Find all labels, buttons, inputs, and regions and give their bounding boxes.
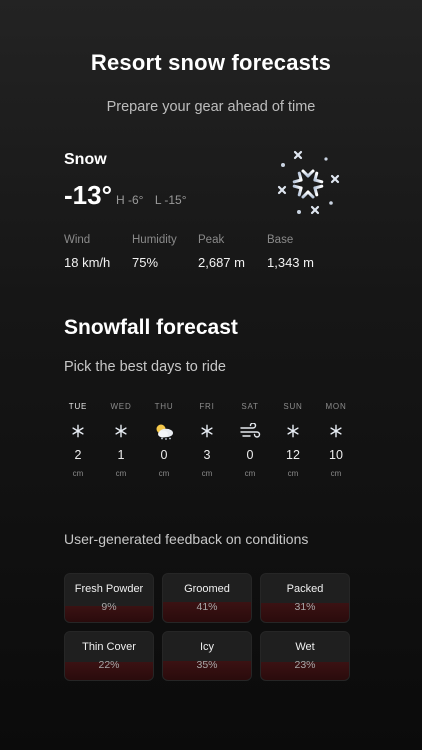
feedback-percent: 9% — [101, 601, 117, 613]
snowflake-icon — [99, 420, 143, 442]
day-tue[interactable]: TUE 2 cm — [56, 402, 100, 478]
current-condition: Snow — [64, 151, 107, 168]
day-name: SUN — [283, 402, 303, 411]
feedback-label: Wet — [295, 641, 315, 653]
stat-label: Base — [267, 234, 294, 246]
snowfall-unit: cm — [72, 469, 84, 478]
feedback-label: Fresh Powder — [74, 583, 144, 595]
day-name: MON — [325, 402, 347, 411]
feedback-title: User-generated feedback on conditions — [64, 531, 309, 547]
day-sun[interactable]: SUN 12 cm — [271, 402, 315, 478]
snowfall-unit: cm — [115, 469, 127, 478]
snowflake-icon — [185, 420, 229, 442]
snowfall-subtitle: Pick the best days to ride — [64, 359, 226, 375]
snowfall-unit: cm — [158, 469, 170, 478]
feedback-label: Thin Cover — [82, 641, 136, 653]
current-stats: Wind 18 km/h Humidity 75% Peak 2,687 m B… — [64, 234, 364, 274]
stat-value: 75% — [132, 255, 159, 270]
current-temperature: -13° — [64, 180, 112, 210]
day-wed[interactable]: WED 1 cm — [99, 402, 143, 478]
day-mon[interactable]: MON 10 cm — [314, 402, 358, 478]
feedback-tile-fresh-powder[interactable]: Fresh Powder 9% — [64, 573, 154, 623]
stat-value: 18 km/h — [64, 255, 111, 270]
feedback-percent: 31% — [294, 601, 316, 613]
day-name: TUE — [68, 402, 88, 411]
snowfall-unit: cm — [330, 469, 342, 478]
snowfall-title: Snowfall forecast — [64, 316, 238, 339]
feedback-tile-wet[interactable]: Wet 23% — [260, 631, 350, 681]
snowflake-icon — [276, 148, 342, 218]
stat-wind: Wind 18 km/h — [64, 234, 110, 270]
snowflake-icon — [271, 420, 315, 442]
day-fri[interactable]: FRI 3 cm — [185, 402, 229, 478]
stat-label: Humidity — [132, 234, 177, 246]
snowfall-amount: 12 — [286, 448, 300, 462]
day-name: SAT — [241, 402, 259, 411]
feedback-tile-groomed[interactable]: Groomed 41% — [162, 573, 252, 623]
feedback-tiles: Fresh Powder 9% Groomed 41% Packed 31% Thin Co… — [64, 573, 354, 683]
snowfall-amount: 2 — [74, 448, 82, 462]
feedback-tile-icy[interactable]: Icy 35% — [162, 631, 252, 681]
stat-base: Base 1,343 m — [267, 234, 314, 270]
high-low: H -6° L -15° — [116, 193, 195, 207]
snowfall-amount: 0 — [246, 448, 254, 462]
high-temp: H -6° — [116, 193, 144, 207]
feedback-tile-packed[interactable]: Packed 31% — [260, 573, 350, 623]
snowfall-amount: 3 — [203, 448, 211, 462]
feedback-label: Groomed — [184, 583, 230, 595]
stat-label: Peak — [198, 234, 225, 246]
stat-peak: Peak 2,687 m — [198, 234, 245, 270]
day-name: WED — [110, 402, 132, 411]
stat-label: Wind — [64, 234, 91, 246]
snowfall-unit: cm — [244, 469, 256, 478]
day-thu[interactable]: THU 0 cm — [142, 402, 186, 478]
feedback-percent: 41% — [196, 601, 218, 613]
snowflake-icon — [56, 420, 100, 442]
day-sat[interactable]: SAT 0 cm — [228, 402, 272, 478]
feedback-tile-thin-cover[interactable]: Thin Cover 22% — [64, 631, 154, 681]
stat-value: 1,343 m — [267, 255, 314, 270]
feedback-percent: 35% — [196, 659, 218, 671]
snowfall-unit: cm — [201, 469, 213, 478]
snowfall-unit: cm — [287, 469, 299, 478]
day-name: THU — [154, 402, 174, 411]
stat-humidity: Humidity 75% — [132, 234, 177, 270]
snowflake-icon — [314, 420, 358, 442]
partly-cloudy-icon — [142, 420, 186, 442]
feedback-percent: 23% — [294, 659, 316, 671]
page-title: Resort snow forecasts — [90, 50, 332, 75]
low-temp: L -15° — [154, 193, 187, 207]
snowfall-amount: 1 — [117, 448, 125, 462]
feedback-label: Icy — [199, 641, 215, 653]
feedback-label: Packed — [286, 583, 324, 595]
wind-icon — [228, 420, 272, 442]
feedback-percent: 22% — [98, 659, 120, 671]
snowfall-amount: 10 — [329, 448, 343, 462]
snowfall-days: TUE 2 cm WED 1 cm THU 0 cm FRI 3 cm SAT 0 cm SUN 12 cm MON… — [56, 402, 356, 482]
stat-value: 2,687 m — [198, 255, 245, 270]
day-name: FRI — [199, 402, 215, 411]
snowfall-amount: 0 — [160, 448, 168, 462]
page-subtitle: Prepare your gear ahead of time — [106, 99, 316, 115]
